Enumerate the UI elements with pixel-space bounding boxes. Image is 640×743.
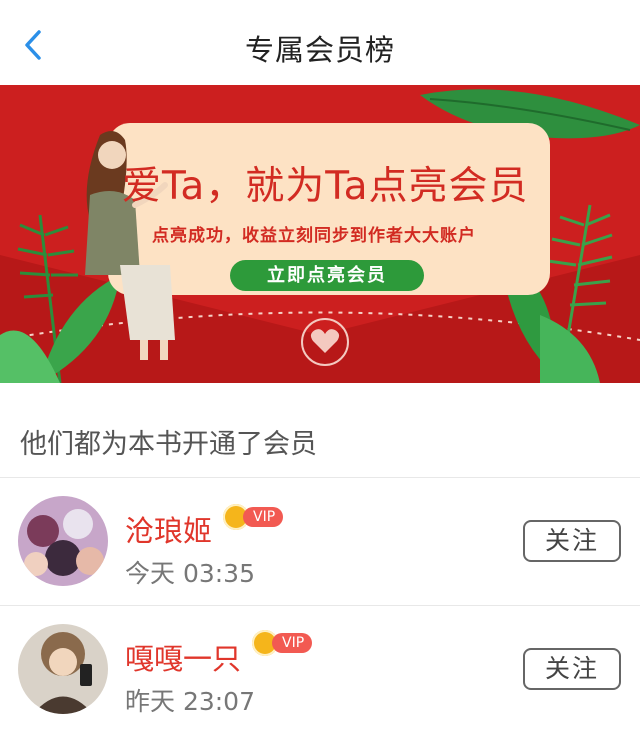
promo-banner[interactable]: 爱Ta，就为Ta点亮会员 点亮成功，收益立刻同步到作者大大账户 立即点亮会员 — [0, 85, 640, 383]
avatar[interactable] — [18, 496, 108, 586]
banner-headline: 爱Ta，就为Ta点亮会员 — [122, 164, 529, 209]
top-bar: 专属会员榜 — [0, 0, 640, 86]
avatar[interactable] — [18, 624, 108, 714]
light-up-vip-button[interactable]: 立即点亮会员 — [230, 260, 424, 291]
member-time: 今天 03:35 — [125, 559, 255, 588]
list-item[interactable]: 沧琅姬 VIP 今天 03:35 关注 — [0, 478, 640, 606]
member-name[interactable]: 嘎嘎一只 — [125, 636, 241, 678]
banner-subline: 点亮成功，收益立刻同步到作者大大账户 — [152, 226, 476, 246]
follow-button[interactable]: 关注 — [523, 648, 621, 690]
member-time: 昨天 23:07 — [125, 687, 255, 716]
list-item[interactable]: 嘎嘎一只 VIP 昨天 23:07 关注 — [0, 606, 640, 734]
page-title: 专属会员榜 — [244, 33, 395, 67]
follow-button[interactable]: 关注 — [523, 520, 621, 562]
member-name[interactable]: 沧琅姬 — [125, 508, 212, 550]
section-title: 他们都为本书开通了会员 — [20, 429, 317, 460]
